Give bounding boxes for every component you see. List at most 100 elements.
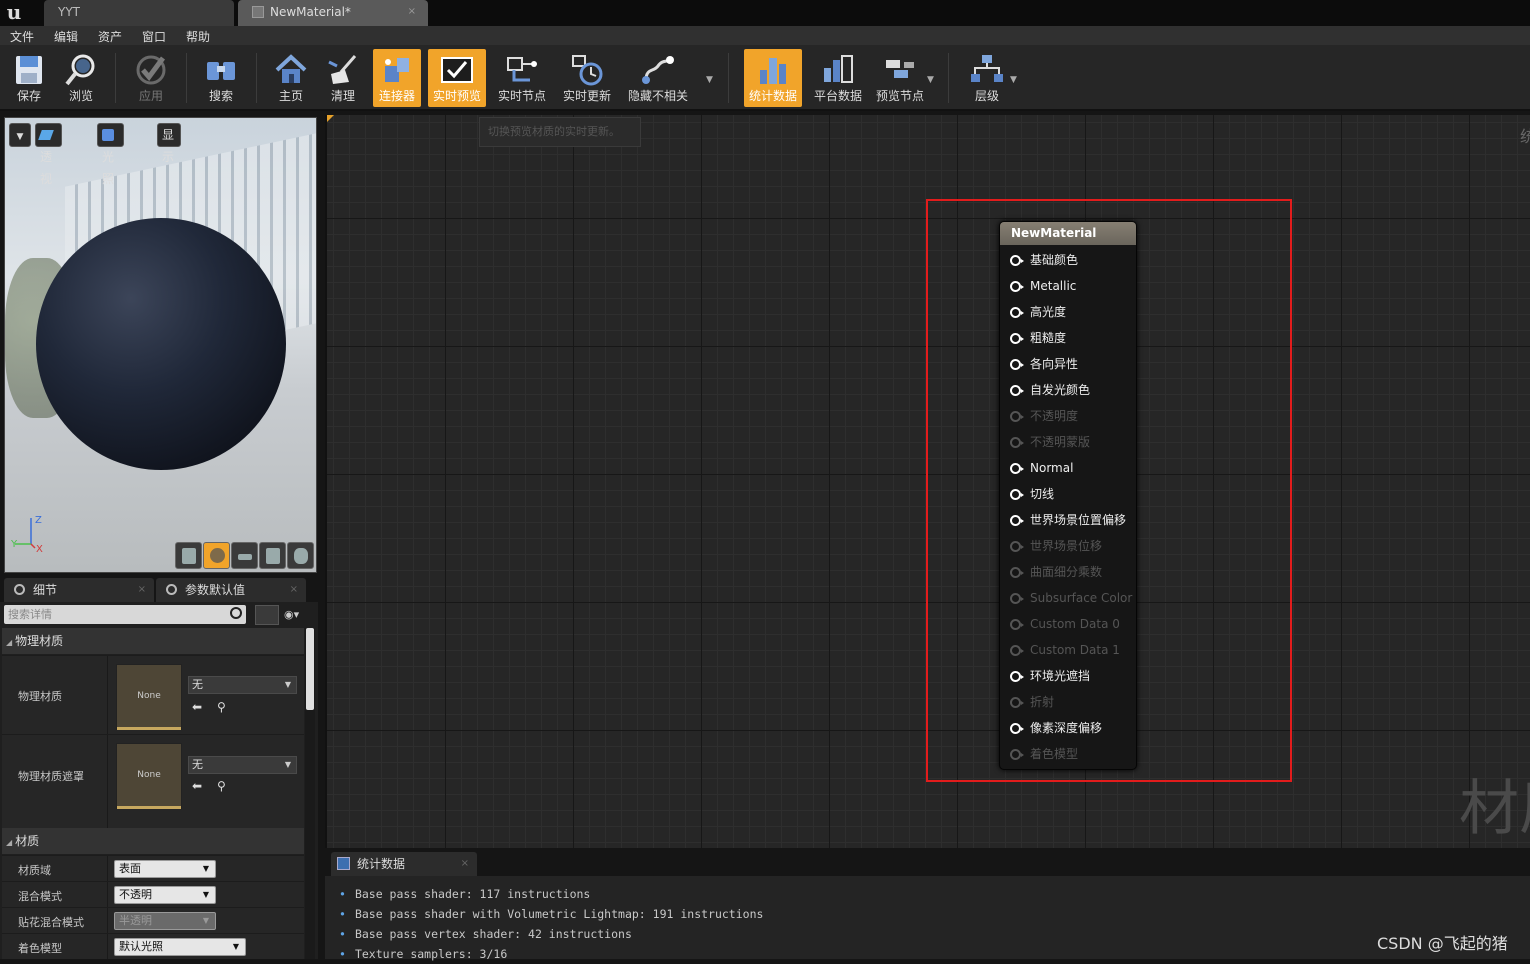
node-pin[interactable]: Metallic — [1000, 273, 1138, 299]
pin-connector-icon[interactable] — [1010, 671, 1024, 682]
node-pin[interactable]: 折射 — [1000, 689, 1138, 715]
node-pin[interactable]: 自发光颜色 — [1000, 377, 1138, 403]
preview-viewport[interactable]: ▼ 透视 光照 显示 Z Y X — [4, 117, 317, 573]
node-pin[interactable]: Subsurface Color — [1000, 585, 1138, 611]
pin-connector-icon[interactable] — [1010, 541, 1024, 552]
pin-connector-icon[interactable] — [1010, 437, 1024, 448]
cube-preview-button[interactable] — [259, 542, 286, 569]
home-button[interactable]: 主页 — [266, 49, 316, 107]
pin-connector-icon[interactable] — [1010, 307, 1024, 318]
phys-mask-thumbnail[interactable]: None — [116, 743, 182, 809]
node-pin[interactable]: Custom Data 1 — [1000, 637, 1138, 663]
hierarchy-dropdown-icon[interactable]: ▼ — [1010, 75, 1017, 85]
pin-connector-icon[interactable] — [1010, 645, 1024, 656]
close-tab-icon[interactable]: × — [461, 852, 469, 876]
tab-parameter-defaults[interactable]: 参数默认值 × — [156, 578, 306, 602]
node-pin[interactable]: 环境光遮挡 — [1000, 663, 1138, 689]
show-button[interactable]: 显示 — [157, 123, 182, 164]
save-button[interactable]: 保存 — [5, 49, 53, 107]
find-button[interactable]: 搜索 — [194, 49, 248, 107]
menu-edit[interactable]: 编辑 — [54, 28, 78, 45]
close-tab-icon[interactable]: × — [408, 0, 416, 24]
tab-details[interactable]: 细节 × — [4, 578, 154, 602]
pin-connector-icon[interactable] — [1010, 385, 1024, 396]
live-nodes-button[interactable]: 实时节点 — [494, 49, 550, 107]
apply-button[interactable]: 应用 — [124, 49, 178, 107]
tab-project[interactable]: YYT — [44, 0, 234, 26]
browse-button[interactable]: 浏览 — [56, 49, 106, 107]
close-tab-icon[interactable]: × — [138, 578, 146, 602]
lit-button[interactable]: 光照 — [97, 123, 124, 186]
live-preview-button[interactable]: 实时预览 — [428, 49, 486, 107]
phys-material-combo[interactable]: 无 ▼ — [188, 676, 297, 694]
node-pin[interactable]: 世界场景位置偏移 — [1000, 507, 1138, 533]
live-update-button[interactable]: 实时更新 — [558, 49, 616, 107]
pin-connector-icon[interactable] — [1010, 281, 1024, 292]
node-pin[interactable]: 不透明度 — [1000, 403, 1138, 429]
pin-connector-icon[interactable] — [1010, 567, 1024, 578]
menu-file[interactable]: 文件 — [10, 28, 34, 45]
stats-button[interactable]: 统计数据 — [744, 49, 802, 107]
toolbar-more-dropdown-icon[interactable]: ▼ — [706, 75, 713, 85]
menu-window[interactable]: 窗口 — [142, 28, 166, 45]
material-result-node[interactable]: NewMaterial 基础颜色 Metallic 高光度 粗糙度 各向异性 自发光颜色不… — [999, 221, 1137, 770]
menu-help[interactable]: 帮助 — [186, 28, 210, 45]
eye-visibility-icon[interactable]: ◉▾ — [284, 608, 299, 621]
node-pin[interactable]: 像素深度偏移 — [1000, 715, 1138, 741]
use-selected-arrow-icon[interactable]: ⬅ — [192, 779, 202, 793]
phys-mask-combo[interactable]: 无 ▼ — [188, 756, 297, 774]
browse-magnifier-icon[interactable]: ⚲ — [217, 700, 226, 714]
viewport-options-button[interactable]: ▼ — [9, 123, 31, 147]
node-pin[interactable]: 切线 — [1000, 481, 1138, 507]
pin-connector-icon[interactable] — [1010, 359, 1024, 370]
grid-view-icon[interactable] — [255, 605, 279, 625]
pin-connector-icon[interactable] — [1010, 489, 1024, 500]
phys-material-thumbnail[interactable]: None — [116, 664, 182, 730]
platform-stats-button[interactable]: 平台数据 — [810, 49, 866, 107]
preview-node-button[interactable]: 预览节点 — [872, 49, 928, 107]
node-pin[interactable]: 各向异性 — [1000, 351, 1138, 377]
clean-button[interactable]: 清理 — [319, 49, 367, 107]
pin-connector-icon[interactable] — [1010, 515, 1024, 526]
close-tab-icon[interactable]: × — [290, 578, 298, 602]
shading-model-combo[interactable]: 默认光照 ▼ — [114, 938, 246, 956]
pin-connector-icon[interactable] — [1010, 723, 1024, 734]
preview-node-dropdown-icon[interactable]: ▼ — [927, 75, 934, 85]
node-pin[interactable]: 不透明蒙版 — [1000, 429, 1138, 455]
details-scrollbar-thumb[interactable] — [306, 628, 314, 710]
details-scrollbar[interactable] — [305, 628, 315, 959]
tab-material[interactable]: NewMaterial* × — [238, 0, 428, 26]
tab-stats[interactable]: 统计数据 × — [331, 852, 477, 876]
pin-connector-icon[interactable] — [1010, 255, 1024, 266]
pin-connector-icon[interactable] — [1010, 593, 1024, 604]
blend-mode-combo[interactable]: 不透明 ▼ — [114, 886, 216, 904]
pin-connector-icon[interactable] — [1010, 697, 1024, 708]
pin-connector-icon[interactable] — [1010, 749, 1024, 760]
pin-connector-icon[interactable] — [1010, 411, 1024, 422]
use-selected-arrow-icon[interactable]: ⬅ — [192, 700, 202, 714]
pin-connector-icon[interactable] — [1010, 333, 1024, 344]
sphere-preview-button[interactable] — [203, 542, 230, 569]
menu-asset[interactable]: 资产 — [98, 28, 122, 45]
material-domain-combo[interactable]: 表面 ▼ — [114, 860, 216, 878]
node-pin[interactable]: Normal — [1000, 455, 1138, 481]
pin-connector-icon[interactable] — [1010, 463, 1024, 474]
node-pin[interactable]: Custom Data 0 — [1000, 611, 1138, 637]
section-material[interactable]: ◢ 材质 — [2, 828, 304, 854]
connectors-button[interactable]: 连接器 — [373, 49, 421, 107]
node-pin[interactable]: 世界场景位移 — [1000, 533, 1138, 559]
pin-connector-icon[interactable] — [1010, 619, 1024, 630]
section-physical-material[interactable]: ◢ 物理材质 — [2, 628, 304, 654]
node-pin[interactable]: 基础颜色 — [1000, 247, 1138, 273]
hierarchy-button[interactable]: 层级 — [962, 49, 1012, 107]
material-graph-canvas[interactable]: 切换预览材质的实时更新。 统 材质 NewMaterial 基础颜色 Metall… — [325, 115, 1530, 848]
node-pin[interactable]: 曲面细分乘数 — [1000, 559, 1138, 585]
node-pin[interactable]: 高光度 — [1000, 299, 1138, 325]
node-pin[interactable]: 粗糙度 — [1000, 325, 1138, 351]
details-search-input[interactable]: 搜索详情 — [4, 605, 246, 624]
hide-unrelated-button[interactable]: 隐藏不相关 — [622, 49, 694, 107]
node-pin[interactable]: 着色模型 — [1000, 741, 1138, 767]
custom-mesh-preview-button[interactable] — [287, 542, 314, 569]
plane-preview-button[interactable] — [231, 542, 258, 569]
browse-magnifier-icon[interactable]: ⚲ — [217, 779, 226, 793]
